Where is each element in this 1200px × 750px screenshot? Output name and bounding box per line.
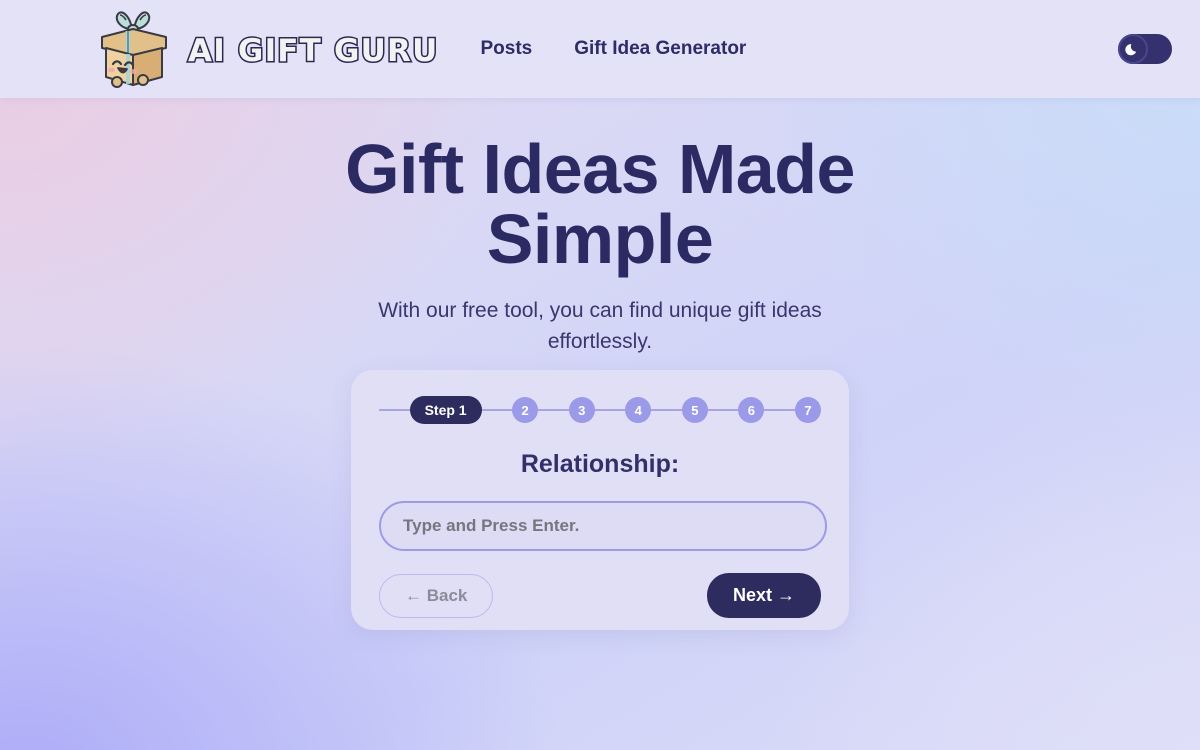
nav-link-gift-idea-generator[interactable]: Gift Idea Generator <box>574 38 746 60</box>
hero-subtitle: With our free tool, you can find unique … <box>378 299 822 353</box>
crescent-moon-icon <box>1125 44 1137 56</box>
toggle-knob <box>1118 34 1148 64</box>
back-button[interactable]: ← Back <box>379 573 494 618</box>
main-nav: Posts Gift Idea Generator <box>480 38 746 60</box>
wizard-card: Step 1 2 3 4 5 6 7 Relationship: ← Back … <box>351 370 849 630</box>
step-connector <box>538 409 569 411</box>
step-dot-6[interactable]: 6 <box>738 397 765 423</box>
wizard-actions: ← Back Next → <box>379 573 821 618</box>
page-title: Gift Ideas Made Simple <box>345 130 855 278</box>
step-dot-5[interactable]: 5 <box>681 397 708 423</box>
step-connector <box>481 409 513 411</box>
step-indicator: Step 1 2 3 4 5 6 7 <box>379 396 821 424</box>
gift-box-mascot-icon <box>101 11 167 88</box>
step-dot-4[interactable]: 4 <box>625 397 652 423</box>
brand-logo[interactable]: AI GIFT GURU <box>88 7 439 91</box>
step-current-1[interactable]: Step 1 <box>409 396 482 424</box>
step-dot-7[interactable]: 7 <box>794 397 821 423</box>
step-connector <box>379 409 410 411</box>
relationship-input[interactable] <box>379 501 827 551</box>
question-label: Relationship: <box>520 450 680 478</box>
step-connector <box>651 409 682 411</box>
nav-link-posts[interactable]: Posts <box>480 38 532 60</box>
dark-mode-toggle[interactable] <box>1118 34 1172 64</box>
step-dot-3[interactable]: 3 <box>568 397 595 423</box>
step-connector <box>707 409 739 411</box>
step-dot-2[interactable]: 2 <box>512 397 539 423</box>
brand-name: AI GIFT GURU <box>186 32 439 71</box>
site-header: AI GIFT GURU Posts Gift Idea Generator <box>0 0 1200 98</box>
step-connector <box>594 409 626 411</box>
next-button[interactable]: Next → <box>706 573 821 618</box>
hero-section: Gift Ideas Made Simple With our free too… <box>0 98 1200 358</box>
step-connector <box>764 409 795 411</box>
